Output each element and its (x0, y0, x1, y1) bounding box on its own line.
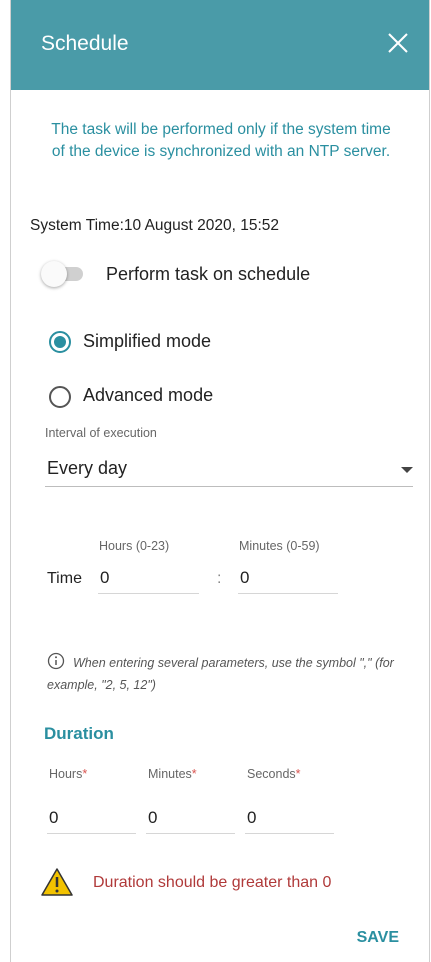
required-mark: * (295, 767, 301, 781)
close-icon[interactable] (385, 30, 411, 56)
duration-error: Duration should be greater than 0 (93, 874, 332, 891)
save-button[interactable]: SAVE (357, 929, 399, 947)
minutes-input[interactable] (238, 562, 338, 593)
hours-input[interactable] (98, 562, 199, 593)
simplified-mode-radio[interactable] (49, 331, 71, 353)
duration-seconds-label-text: Seconds (247, 767, 296, 781)
minutes-field[interactable] (238, 562, 338, 594)
interval-label: Interval of execution (45, 426, 157, 440)
warning-icon (41, 868, 73, 896)
minutes-label: Minutes (0-59) (239, 539, 320, 553)
system-time-label: System Time: (30, 217, 124, 234)
duration-hours-label: Hours* (49, 767, 87, 781)
duration-hours-label-text: Hours (49, 767, 83, 781)
hours-field[interactable] (98, 562, 199, 594)
schedule-toggle[interactable] (41, 261, 89, 287)
simplified-mode-label[interactable]: Simplified mode (83, 331, 211, 352)
schedule-toggle-label: Perform task on schedule (106, 264, 311, 284)
duration-title: Duration (44, 724, 114, 743)
interval-value: Every day (47, 458, 128, 478)
duration-seconds-input[interactable] (245, 802, 334, 833)
time-label: Time (47, 570, 82, 587)
hint-text: When entering several parameters, use th… (47, 656, 394, 692)
dialog-title: Schedule (41, 32, 129, 55)
toggle-knob (41, 261, 67, 287)
interval-select[interactable]: Every day (45, 454, 413, 487)
required-mark: * (82, 767, 88, 781)
duration-hours-input[interactable] (47, 802, 136, 833)
time-separator: : (217, 570, 222, 587)
duration-minutes-label-text: Minutes (148, 767, 192, 781)
chevron-down-icon (401, 467, 413, 473)
required-mark: * (191, 767, 197, 781)
duration-hours-field[interactable] (47, 802, 136, 834)
hours-label: Hours (0-23) (99, 539, 170, 553)
duration-minutes-label: Minutes* (148, 767, 197, 781)
schedule-dialog: Schedule The task will be performed only… (10, 0, 430, 962)
duration-minutes-input[interactable] (146, 802, 235, 833)
dialog-header: Schedule (11, 0, 429, 90)
system-time-value: 10 August 2020, 15:52 (123, 217, 280, 234)
advanced-mode-radio[interactable] (49, 386, 71, 408)
duration-seconds-field[interactable] (245, 802, 334, 834)
duration-minutes-field[interactable] (146, 802, 235, 834)
advanced-mode-label[interactable]: Advanced mode (83, 385, 213, 406)
ntp-notice: The task will be performed only if the s… (51, 121, 391, 160)
duration-seconds-label: Seconds* (247, 767, 301, 781)
system-time: System Time:10 August 2020, 15:52 (30, 217, 279, 235)
